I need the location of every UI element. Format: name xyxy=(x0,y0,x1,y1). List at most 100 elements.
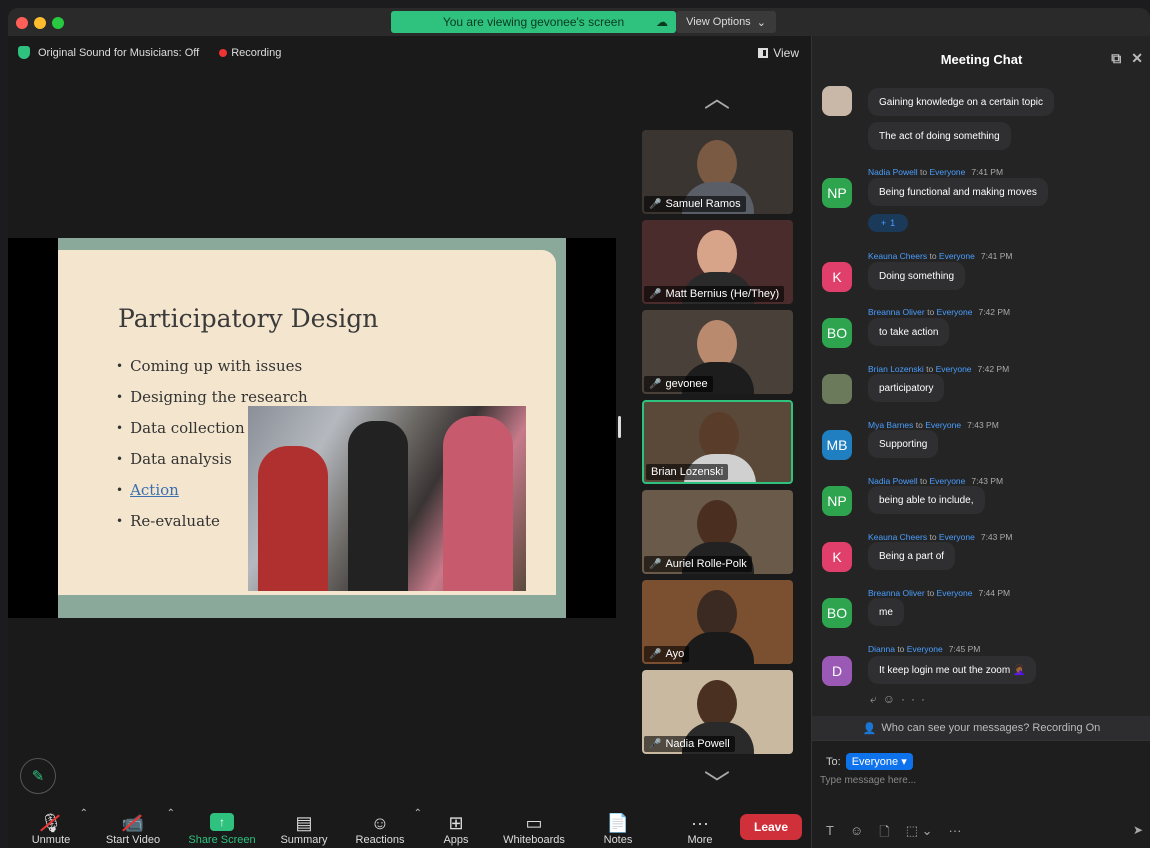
more-button[interactable]: ··· More xyxy=(680,804,720,848)
video-tile[interactable]: 🎤 Auriel Rolle-Polk xyxy=(642,490,793,574)
video-tile[interactable]: 🎤 Nadia Powell xyxy=(642,670,793,754)
participant-name: gevonee xyxy=(665,378,708,390)
whiteboards-button[interactable]: ▭ Whiteboards xyxy=(498,804,570,848)
share-screen-label: Share Screen xyxy=(188,834,256,846)
message-bubble[interactable]: Gaining knowledge on a certain topic xyxy=(868,88,1054,116)
format-text-icon[interactable]: T xyxy=(826,823,834,845)
recipient-dropdown[interactable]: Everyone ▾ xyxy=(845,753,913,770)
message-meta: Breanna Oliver to Everyone 7:42 PM xyxy=(868,307,1011,317)
message-meta: Keauna Cheers to Everyone 7:41 PM xyxy=(868,251,1013,261)
apps-grid-icon: ⊞ xyxy=(448,813,464,833)
screen-share-banner: You are viewing gevonee's screen ☁ xyxy=(391,11,676,33)
title-bar: You are viewing gevonee's screen ☁ View … xyxy=(8,8,1150,36)
more-label: More xyxy=(687,834,713,846)
recipient-selector: To: Everyone ▾ xyxy=(826,753,913,770)
message-bubble[interactable]: to take action xyxy=(868,318,950,346)
microphone-icon: 🎙 xyxy=(39,813,63,833)
share-arrow-icon: ↑ xyxy=(210,813,234,831)
message-bubble[interactable]: participatory xyxy=(868,374,945,402)
summary-button[interactable]: ▤ Summary xyxy=(276,804,332,848)
view-label: View xyxy=(773,46,799,60)
video-tile-active-speaker[interactable]: Brian Lozenski xyxy=(642,400,793,484)
video-camera-icon: 📹 xyxy=(121,813,145,833)
whiteboards-label: Whiteboards xyxy=(503,834,565,846)
scroll-up-icon[interactable]: ︿ xyxy=(697,85,737,111)
slide-title: Participatory Design xyxy=(118,304,379,333)
message-input[interactable]: Type message here... xyxy=(820,775,916,786)
more-dots-icon[interactable]: ··· xyxy=(948,823,961,845)
video-tile[interactable]: 🎤 Samuel Ramos xyxy=(642,130,793,214)
resize-handle[interactable] xyxy=(618,416,621,438)
video-tile[interactable]: 🎤 Ayo xyxy=(642,580,793,664)
chevron-up-icon[interactable]: ⌃ xyxy=(414,808,422,819)
apps-button[interactable]: ⊞ Apps xyxy=(436,804,476,848)
chevron-up-icon[interactable]: ⌃ xyxy=(167,808,175,819)
share-screen-button[interactable]: ↑ Share Screen xyxy=(185,804,259,848)
meeting-area: Original Sound for Musicians: Off Record… xyxy=(8,36,811,804)
message-bubble[interactable]: Doing something xyxy=(868,262,966,290)
summary-label: Summary xyxy=(280,834,328,846)
close-window-button[interactable] xyxy=(16,17,28,29)
message-bubble[interactable]: It keep login me out the zoom 🤦🏾‍♀️ xyxy=(868,656,1037,684)
banner-text: You are viewing gevonee's screen xyxy=(442,15,625,29)
file-icon[interactable]: 🗋 xyxy=(879,823,889,845)
more-dots-icon: ··· xyxy=(901,692,931,706)
message-bubble[interactable]: The act of doing something xyxy=(868,122,1011,150)
message-bubble[interactable]: me xyxy=(868,598,904,626)
notes-button[interactable]: 📄 Notes xyxy=(598,804,638,848)
start-video-button[interactable]: 📹 ⌃ Start Video xyxy=(103,804,175,848)
video-tile[interactable]: 🎤 Matt Bernius (He/They) xyxy=(642,220,793,304)
view-options-button[interactable]: View Options ⌄ xyxy=(676,11,776,33)
mic-muted-icon: 🎤 xyxy=(649,558,662,570)
recording-label: Recording xyxy=(231,46,282,59)
apps-label: Apps xyxy=(443,834,469,846)
avatar: K xyxy=(822,542,852,572)
leave-button[interactable]: Leave xyxy=(740,814,802,840)
annotate-pencil-button[interactable]: ✎ xyxy=(20,758,56,794)
avatar: BO xyxy=(822,598,852,628)
chevron-down-icon: ⌄ xyxy=(756,16,766,29)
mic-muted-icon: 🎤 xyxy=(649,738,662,750)
message-bubble[interactable]: Being functional and making moves xyxy=(868,178,1048,206)
chevron-up-icon[interactable]: ⌃ xyxy=(80,808,88,819)
message-bubble[interactable]: Being a part of xyxy=(868,542,956,570)
emoji-icon[interactable]: ☺ xyxy=(850,823,863,845)
more-dots-icon: ··· xyxy=(691,813,709,833)
start-video-label: Start Video xyxy=(105,834,161,846)
message-bubble[interactable]: Supporting xyxy=(868,430,939,458)
plus-icon: + xyxy=(880,218,887,228)
chat-composer: To: Everyone ▾ Type message here... T ☺ … xyxy=(812,740,1150,848)
whiteboard-icon: ▭ xyxy=(525,813,543,833)
recording-indicator[interactable]: Recording xyxy=(219,47,281,59)
video-tile[interactable]: 🎤 gevonee xyxy=(642,310,793,394)
reactions-button[interactable]: ☺ ⌃ Reactions xyxy=(350,804,422,848)
screenshot-icon[interactable]: ⬚ ⌄ xyxy=(906,823,933,845)
close-icon[interactable]: ✕ xyxy=(1131,50,1143,67)
participant-name: Samuel Ramos xyxy=(665,198,741,210)
message-actions[interactable]: ⤶☺··· xyxy=(870,692,931,707)
reactions-label: Reactions xyxy=(355,834,405,846)
original-sound-status[interactable]: Original Sound for Musicians: Off xyxy=(38,47,199,59)
cloud-icon: ☁ xyxy=(656,15,668,29)
mic-muted-icon: 🎤 xyxy=(649,288,662,300)
minimize-window-button[interactable] xyxy=(34,17,46,29)
pop-out-icon[interactable]: ⧉ xyxy=(1111,50,1121,67)
people-icon: 👤 xyxy=(862,722,877,735)
chat-messages: Gaining knowledge on a certain topic The… xyxy=(812,80,1150,716)
avatar: NP xyxy=(822,486,852,516)
participant-name: Brian Lozenski xyxy=(651,466,724,478)
reply-icon: ⤶ xyxy=(870,692,883,706)
avatar: NP xyxy=(822,178,852,208)
view-button[interactable]: View xyxy=(758,46,799,60)
to-label: To: xyxy=(826,755,841,768)
reaction-badge[interactable]: +1 xyxy=(868,214,908,232)
layout-icon xyxy=(758,48,769,58)
scroll-down-icon[interactable]: ﹀ xyxy=(697,771,737,797)
maximize-window-button[interactable] xyxy=(52,17,64,29)
message-visibility-notice[interactable]: 👤 Who can see your messages? Recording O… xyxy=(812,716,1150,740)
avatar xyxy=(822,86,852,116)
unmute-button[interactable]: 🎙 ⌃ Unmute xyxy=(26,804,88,848)
participant-name: Ayo xyxy=(665,648,685,660)
message-bubble[interactable]: being able to include, xyxy=(868,486,985,514)
send-icon[interactable]: ➤ xyxy=(1133,823,1143,837)
